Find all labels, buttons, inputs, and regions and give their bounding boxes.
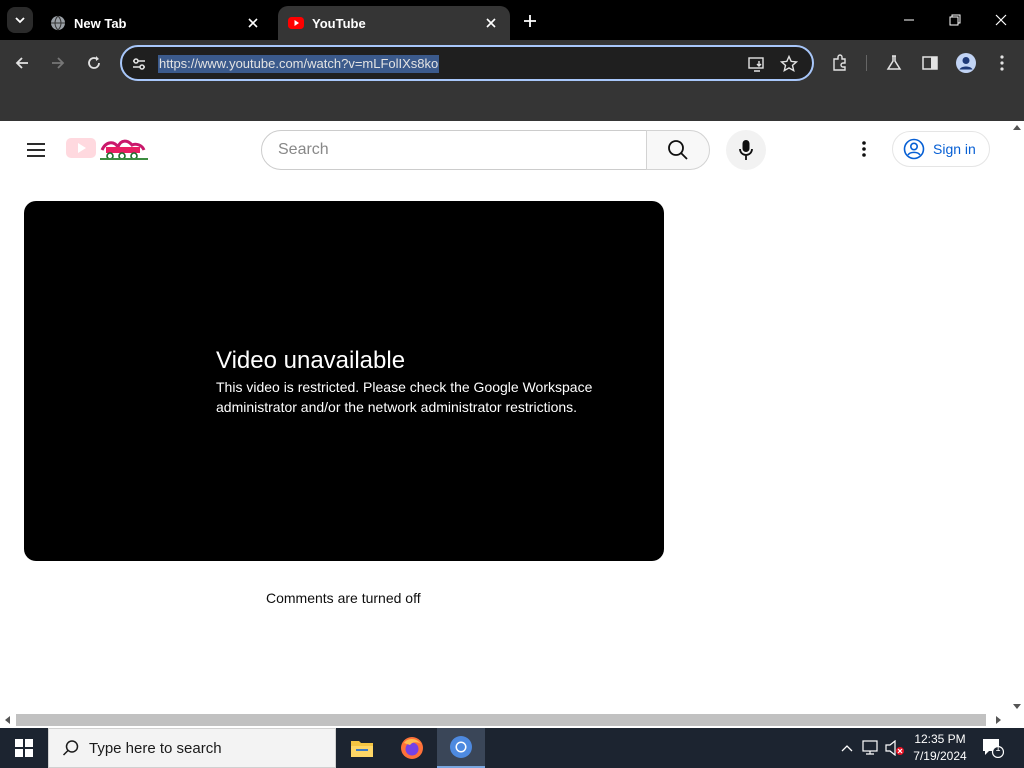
volume-muted-icon: [885, 740, 904, 756]
browser-chrome: New Tab YouTube https://www.youtube.com/…: [0, 0, 1024, 121]
tab-search-button[interactable]: [7, 7, 33, 33]
minimize-button[interactable]: [886, 0, 932, 40]
chevron-up-icon: [841, 745, 853, 752]
taskbar-clock[interactable]: 12:35 PM 7/19/2024: [906, 731, 974, 765]
close-icon: [248, 18, 258, 28]
vertical-scrollbar[interactable]: [1010, 121, 1024, 713]
arrow-right-icon: [52, 57, 65, 69]
windows-taskbar: Type here to search 12:35 PM 7/19/2024 1: [0, 728, 1024, 768]
taskbar-file-explorer[interactable]: [338, 728, 386, 768]
scroll-down-arrow-icon[interactable]: [1013, 704, 1021, 709]
search-button[interactable]: [646, 130, 710, 170]
bookmarks-bar: [0, 86, 1024, 121]
taskbar-chrome[interactable]: [437, 728, 485, 768]
restore-icon: [949, 14, 961, 26]
firefox-icon: [401, 737, 423, 759]
taskbar-search-placeholder: Type here to search: [89, 739, 222, 757]
chevron-down-icon: [15, 17, 25, 24]
star-icon: [780, 55, 798, 73]
plus-icon: [524, 15, 536, 27]
comments-status: Comments are turned off: [266, 590, 421, 606]
taskbar-search-input[interactable]: Type here to search: [48, 728, 336, 768]
address-url-text[interactable]: https://www.youtube.com/watch?v=mLFolIXs…: [158, 55, 440, 73]
tray-volume-button[interactable]: [884, 728, 906, 768]
more-vertical-icon: [862, 141, 866, 157]
tab-close-button[interactable]: [482, 14, 500, 32]
bookmark-star-button[interactable]: [778, 53, 800, 75]
tab-title: New Tab: [74, 15, 127, 31]
horizontal-scrollbar-thumb[interactable]: [16, 714, 986, 726]
extensions-button[interactable]: [824, 47, 856, 79]
search-icon: [61, 738, 81, 758]
player-error-title: Video unavailable: [216, 347, 406, 374]
back-button[interactable]: [6, 47, 38, 79]
close-window-button[interactable]: [978, 0, 1024, 40]
site-info-button[interactable]: [128, 53, 150, 75]
close-icon: [995, 14, 1007, 26]
labs-button[interactable]: [878, 47, 910, 79]
address-bar[interactable]: https://www.youtube.com/watch?v=mLFolIXs…: [120, 45, 814, 81]
player-error-message: This video is restricted. Please check t…: [216, 379, 593, 415]
tab-strip: New Tab YouTube: [0, 0, 1024, 40]
browser-toolbar: https://www.youtube.com/watch?v=mLFolIXs…: [0, 40, 1024, 86]
tab-new-tab[interactable]: New Tab: [40, 6, 272, 40]
chrome-icon: [450, 736, 472, 758]
settings-menu-button[interactable]: [850, 135, 878, 163]
start-button[interactable]: [0, 728, 48, 768]
taskbar-firefox[interactable]: [388, 728, 436, 768]
guide-menu-button[interactable]: [20, 134, 52, 166]
puzzle-icon: [833, 54, 846, 71]
close-icon: [486, 18, 496, 28]
profile-button[interactable]: [950, 47, 982, 79]
new-tab-button[interactable]: [518, 9, 542, 33]
sign-in-button[interactable]: Sign in: [892, 131, 990, 167]
horizontal-scrollbar[interactable]: [0, 713, 1024, 728]
browser-menu-button[interactable]: [986, 47, 1018, 79]
account-circle-icon: [903, 138, 925, 160]
restore-button[interactable]: [932, 0, 978, 40]
tab-youtube[interactable]: YouTube: [278, 6, 510, 40]
voice-search-button[interactable]: [726, 130, 766, 170]
microphone-icon: [739, 140, 753, 160]
scroll-left-arrow-icon[interactable]: [5, 716, 10, 724]
side-panel-icon: [922, 56, 938, 70]
reload-button[interactable]: [78, 47, 110, 79]
more-vertical-icon: [1000, 55, 1004, 71]
windows-logo-icon: [15, 739, 33, 757]
folder-icon: [351, 741, 373, 757]
notifications-button[interactable]: 1: [980, 728, 1006, 768]
clock-time: 12:35 PM: [914, 732, 966, 746]
tab-close-button[interactable]: [244, 14, 262, 32]
youtube-logo-icon: [288, 17, 304, 29]
account-icon: [956, 53, 976, 73]
reload-icon: [88, 56, 100, 69]
arrow-left-icon: [15, 57, 28, 69]
network-icon: [862, 740, 878, 755]
scroll-right-arrow-icon[interactable]: [996, 716, 1001, 724]
hamburger-menu-icon: [27, 143, 45, 157]
globe-icon: [51, 15, 65, 31]
search-icon: [668, 140, 688, 160]
tune-icon: [133, 58, 145, 70]
youtube-doodle-logo[interactable]: [66, 135, 150, 161]
tray-network-button[interactable]: [860, 728, 882, 768]
install-app-icon: [748, 57, 764, 72]
clock-date: 7/19/2024: [913, 749, 967, 763]
youtube-page: Search Sign in Video unavailable This vi…: [0, 121, 1010, 713]
side-panel-button[interactable]: [914, 47, 946, 79]
search-input[interactable]: Search: [261, 130, 647, 170]
scroll-up-arrow-icon[interactable]: [1013, 125, 1021, 130]
install-app-button[interactable]: [746, 53, 768, 75]
tray-overflow-button[interactable]: [836, 728, 858, 768]
minimize-icon: [904, 19, 914, 21]
forward-button[interactable]: [42, 47, 74, 79]
youtube-logo-icon: [66, 138, 148, 160]
tab-title: YouTube: [312, 15, 366, 31]
toolbar-divider: [866, 55, 867, 71]
video-player[interactable]: Video unavailable This video is restrict…: [24, 201, 664, 561]
notification-count: 1: [995, 743, 1001, 753]
sign-in-label: Sign in: [933, 141, 976, 157]
flask-icon: [886, 55, 902, 70]
